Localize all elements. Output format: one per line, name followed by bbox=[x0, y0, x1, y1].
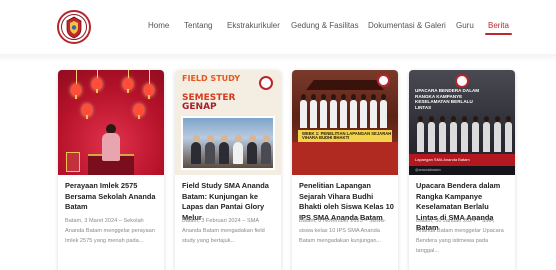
performer-figure bbox=[100, 124, 122, 170]
header-divider bbox=[0, 54, 556, 62]
student-figure bbox=[350, 94, 357, 128]
lantern-icon bbox=[82, 104, 92, 119]
lantern-string bbox=[76, 70, 77, 84]
thumb-footer: @anandabatam bbox=[409, 166, 515, 175]
nav-item-gedung-fasilitas[interactable]: Gedung & Fasilitas bbox=[291, 20, 359, 32]
student-figure bbox=[191, 135, 201, 164]
nav-item-guru[interactable]: Guru bbox=[456, 20, 474, 32]
student-figure bbox=[247, 135, 257, 164]
stage-decoration bbox=[66, 152, 80, 172]
nav-item-berita[interactable]: Berita bbox=[485, 20, 512, 35]
nav-item-ekstrakurikuler[interactable]: Ekstrakurikuler bbox=[227, 20, 280, 32]
site-header: Home Tentang Ekstrakurikuler Gedung & Fa… bbox=[0, 0, 556, 52]
student-figure bbox=[330, 94, 337, 128]
news-thumbnail-imlek[interactable] bbox=[58, 70, 164, 175]
temple-roof bbox=[306, 80, 384, 90]
news-card-field-study[interactable]: FIELD STUDY SEMESTER GENAP Field Study S… bbox=[175, 70, 281, 270]
lantern-icon bbox=[71, 84, 81, 99]
thumb-caption: UPACARA BENDERA DALAM RANGKA KAMPANYE KE… bbox=[415, 88, 480, 110]
thumb-bottom-band bbox=[292, 142, 398, 175]
student-figure bbox=[439, 116, 446, 152]
student-figure bbox=[370, 94, 377, 128]
school-crest-icon bbox=[259, 76, 273, 90]
news-card-imlek[interactable]: Perayaan Imlek 2575 Bersama Sekolah Anan… bbox=[58, 70, 164, 270]
news-thumbnail-penelitian[interactable]: WEEK 1: PENELITIAN LAPANGAN SEJARAH VIHA… bbox=[292, 70, 398, 175]
lantern-icon bbox=[134, 104, 144, 119]
student-figure bbox=[483, 116, 490, 152]
lantern-string bbox=[128, 70, 129, 78]
student-figure bbox=[450, 116, 457, 152]
active-nav-underline bbox=[485, 33, 512, 35]
nav-item-tentang[interactable]: Tentang bbox=[184, 20, 212, 32]
student-figure bbox=[505, 116, 512, 152]
student-figure bbox=[320, 94, 327, 128]
news-thumbnail-upacara[interactable]: UPACARA BENDERA DALAM RANGKA KAMPANYE KE… bbox=[409, 70, 515, 175]
student-figure bbox=[219, 135, 229, 164]
student-figure bbox=[360, 94, 367, 128]
lantern-icon bbox=[92, 78, 102, 93]
thumb-heading-bottom: GENAP bbox=[182, 102, 217, 112]
lantern-icon bbox=[144, 84, 154, 99]
student-figure bbox=[205, 135, 215, 164]
news-excerpt: Batam, 3 Maret 2024 – Sekolah Ananda Bat… bbox=[65, 218, 155, 244]
thumb-location-bar: Lapangan SMA Ananda Batam bbox=[409, 154, 515, 166]
news-title[interactable]: Perayaan Imlek 2575 Bersama Sekolah Anan… bbox=[65, 181, 161, 213]
news-excerpt: Batam, 8 November 2023 – Siswa-siswa kel… bbox=[299, 218, 386, 244]
nav-item-berita-label: Berita bbox=[488, 21, 509, 30]
student-figure bbox=[340, 94, 347, 128]
group-photo bbox=[181, 116, 275, 170]
thumb-banner-text: WEEK 1: PENELITIAN LAPANGAN SEJARAH VIHA… bbox=[302, 131, 392, 141]
lantern-string bbox=[97, 70, 98, 78]
main-nav: Home Tentang Ekstrakurikuler Gedung & Fa… bbox=[0, 20, 556, 36]
news-excerpt: Batam, 3 Februari 2024 – SMA Ananda Bata… bbox=[182, 218, 265, 244]
nav-item-dokumentasi-galeri[interactable]: Dokumentasi & Galeri bbox=[368, 20, 446, 32]
news-card-upacara[interactable]: UPACARA BENDERA DALAM RANGKA KAMPANYE KE… bbox=[409, 70, 515, 270]
thumb-location-text: Lapangan SMA Ananda Batam bbox=[415, 157, 470, 162]
student-figure bbox=[494, 116, 501, 152]
student-figure bbox=[261, 135, 271, 164]
school-crest-icon bbox=[377, 74, 390, 87]
student-figure bbox=[472, 116, 479, 152]
student-figure bbox=[310, 94, 317, 128]
school-crest-icon bbox=[455, 74, 469, 88]
nav-item-home[interactable]: Home bbox=[148, 20, 169, 32]
performer-dress bbox=[102, 133, 120, 161]
student-figure bbox=[233, 135, 243, 164]
student-figure bbox=[428, 116, 435, 152]
news-excerpt: Batam, 30 Januari 2024 – SMA Ananda Bata… bbox=[416, 218, 504, 254]
thumb-footer-text: @anandabatam bbox=[415, 168, 441, 172]
news-thumbnail-field-study[interactable]: FIELD STUDY SEMESTER GENAP bbox=[175, 70, 281, 175]
student-figure bbox=[300, 94, 307, 128]
thumb-heading-top: FIELD STUDY bbox=[182, 74, 240, 83]
student-figure bbox=[461, 116, 468, 152]
news-card-penelitian[interactable]: WEEK 1: PENELITIAN LAPANGAN SEJARAH VIHA… bbox=[292, 70, 398, 270]
lantern-string bbox=[149, 70, 150, 84]
lantern-icon bbox=[123, 78, 133, 93]
student-figure bbox=[380, 94, 387, 128]
thumb-banner: WEEK 1: PENELITIAN LAPANGAN SEJARAH VIHA… bbox=[298, 130, 392, 142]
student-figure bbox=[417, 116, 424, 152]
